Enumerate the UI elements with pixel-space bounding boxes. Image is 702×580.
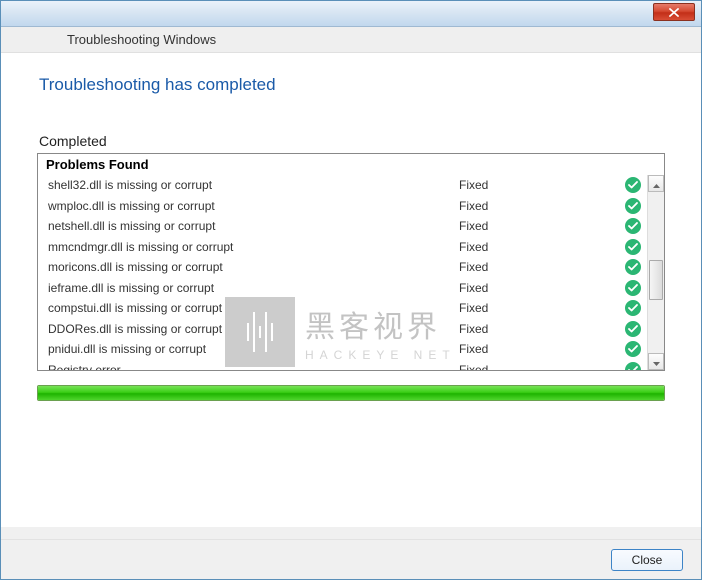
page-title: Troubleshooting has completed <box>39 75 671 95</box>
problem-row: mmcndmgr.dll is missing or corruptFixed <box>38 237 647 258</box>
problem-name: compstui.dll is missing or corrupt <box>48 301 459 315</box>
problem-name: DDORes.dll is missing or corrupt <box>48 322 459 336</box>
problem-name: moricons.dll is missing or corrupt <box>48 260 459 274</box>
close-button[interactable]: Close <box>611 549 683 571</box>
problem-row: wmploc.dll is missing or corruptFixed <box>38 196 647 217</box>
status-icon-wrap <box>619 177 647 193</box>
problem-row: ieframe.dll is missing or corruptFixed <box>38 278 647 299</box>
scroll-thumb[interactable] <box>649 260 663 300</box>
problem-status: Fixed <box>459 199 619 213</box>
problem-status: Fixed <box>459 342 619 356</box>
status-icon-wrap <box>619 280 647 296</box>
problem-status: Fixed <box>459 281 619 295</box>
problem-name: wmploc.dll is missing or corrupt <box>48 199 459 213</box>
problems-list: shell32.dll is missing or corruptFixedwm… <box>38 175 647 370</box>
chevron-down-icon <box>653 355 660 369</box>
check-circle-icon <box>625 300 641 316</box>
check-circle-icon <box>625 239 641 255</box>
scroll-track[interactable] <box>648 192 664 353</box>
problems-header: Problems Found <box>38 154 664 175</box>
problem-name: shell32.dll is missing or corrupt <box>48 178 459 192</box>
problem-name: ieframe.dll is missing or corrupt <box>48 281 459 295</box>
problem-name: Registry error <box>48 363 459 370</box>
problem-row: netshell.dll is missing or corruptFixed <box>38 216 647 237</box>
problems-scroll-area: shell32.dll is missing or corruptFixedwm… <box>38 175 664 370</box>
scroll-down-button[interactable] <box>648 353 664 370</box>
problem-name: netshell.dll is missing or corrupt <box>48 219 459 233</box>
scrollbar[interactable] <box>647 175 664 370</box>
problem-status: Fixed <box>459 322 619 336</box>
problem-row: DDORes.dll is missing or corruptFixed <box>38 319 647 340</box>
chevron-up-icon <box>653 177 660 191</box>
problem-row: pnidui.dll is missing or corruptFixed <box>38 339 647 360</box>
section-label: Completed <box>39 133 671 149</box>
problem-row: Registry errorFixed <box>38 360 647 371</box>
problem-status: Fixed <box>459 219 619 233</box>
titlebar <box>1 1 701 27</box>
status-icon-wrap <box>619 218 647 234</box>
problem-row: shell32.dll is missing or corruptFixed <box>38 175 647 196</box>
close-icon <box>669 8 679 17</box>
problems-box: Problems Found shell32.dll is missing or… <box>37 153 665 371</box>
problem-status: Fixed <box>459 240 619 254</box>
status-icon-wrap <box>619 362 647 370</box>
problem-status: Fixed <box>459 178 619 192</box>
check-circle-icon <box>625 218 641 234</box>
problem-status: Fixed <box>459 260 619 274</box>
header-strip: Troubleshooting Windows <box>1 27 701 53</box>
check-circle-icon <box>625 198 641 214</box>
header-title: Troubleshooting Windows <box>67 32 216 47</box>
status-icon-wrap <box>619 239 647 255</box>
status-icon-wrap <box>619 198 647 214</box>
check-circle-icon <box>625 341 641 357</box>
progress-bar <box>37 385 665 401</box>
check-circle-icon <box>625 321 641 337</box>
problem-row: moricons.dll is missing or corruptFixed <box>38 257 647 278</box>
progress-fill <box>38 386 664 400</box>
content-area: Troubleshooting has completed Completed … <box>1 53 701 527</box>
problem-name: pnidui.dll is missing or corrupt <box>48 342 459 356</box>
scroll-up-button[interactable] <box>648 175 664 192</box>
status-icon-wrap <box>619 259 647 275</box>
check-circle-icon <box>625 362 641 370</box>
check-circle-icon <box>625 280 641 296</box>
window: Troubleshooting Windows Troubleshooting … <box>0 0 702 580</box>
window-close-button[interactable] <box>653 3 695 21</box>
footer: Close <box>1 539 701 579</box>
problem-name: mmcndmgr.dll is missing or corrupt <box>48 240 459 254</box>
check-circle-icon <box>625 259 641 275</box>
problem-status: Fixed <box>459 363 619 370</box>
status-icon-wrap <box>619 321 647 337</box>
status-icon-wrap <box>619 300 647 316</box>
check-circle-icon <box>625 177 641 193</box>
footer-gap <box>1 527 701 539</box>
problem-row: compstui.dll is missing or corruptFixed <box>38 298 647 319</box>
problem-status: Fixed <box>459 301 619 315</box>
status-icon-wrap <box>619 341 647 357</box>
